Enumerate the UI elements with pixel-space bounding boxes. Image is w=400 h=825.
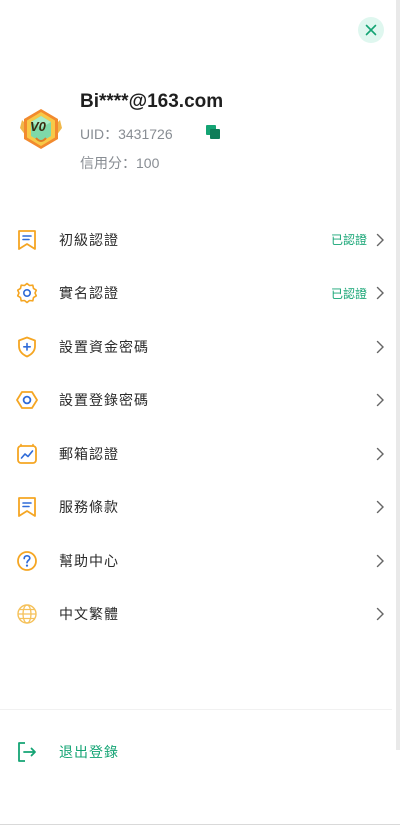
profile-section: V0 Bi****@163.com UID：3431726 信用分：100 [18,88,378,178]
menu-item-label: 設置資金密碼 [59,338,149,355]
chevron-right-icon [376,554,384,567]
menu-item-fund-password[interactable]: 設置資金密碼 [0,320,400,374]
menu-item-primary-verification[interactable]: 初級認證 已認證 [0,213,400,267]
badge-icon [16,282,38,304]
chevron-right-icon [376,501,384,514]
menu-item-label: 實名認證 [59,285,119,302]
logout-button[interactable]: 退出登錄 [0,730,400,774]
menu-item-help-center[interactable]: 幫助中心 [0,534,400,588]
document-icon [16,496,38,518]
mailbox-chart-icon [16,443,38,465]
bookmark-icon [16,229,38,251]
verified-status: 已認證 [330,233,367,248]
menu-item-terms-of-service[interactable]: 服務條款 [0,481,400,535]
globe-icon [16,603,38,625]
menu-item-label: 設置登錄密碼 [59,392,149,409]
uid-label: UID：3431726 [80,126,173,142]
close-button[interactable] [358,17,384,43]
menu-item-email-verification[interactable]: 郵箱認證 [0,427,400,481]
shield-plus-icon [16,336,38,358]
question-icon [16,550,38,572]
level-badge: V0 [18,106,64,152]
menu-item-real-name-verification[interactable]: 實名認證 已認證 [0,267,400,321]
chevron-right-icon [376,394,384,407]
chevron-right-icon [376,608,384,621]
chevron-right-icon [376,447,384,460]
divider [0,709,392,710]
menu-item-label: 初級認證 [59,231,119,248]
menu-item-label: 服務條款 [59,499,119,516]
logout-icon [18,742,36,762]
chevron-right-icon [376,340,384,353]
account-drawer: V0 Bi****@163.com UID：3431726 信用分：100 初級… [0,0,400,825]
verified-status: 已認證 [330,286,367,301]
menu-item-language[interactable]: 中文繁體 [0,588,400,642]
menu-item-login-password[interactable]: 設置登錄密碼 [0,374,400,428]
close-icon [365,24,377,36]
credit-score-label: 信用分：100 [80,155,160,171]
hexagon-icon [16,389,38,411]
copy-icon [206,125,220,139]
menu-item-label: 中文繁體 [59,606,119,623]
level-badge-text: V0 [30,119,46,134]
menu-item-label: 郵箱認證 [59,445,119,462]
scrollbar[interactable] [396,0,400,750]
menu-item-label: 幫助中心 [59,552,119,569]
copy-uid-button[interactable] [205,124,221,140]
user-email: Bi****@163.com [80,91,224,112]
chevron-right-icon [376,287,384,300]
logout-label: 退出登錄 [59,744,119,760]
settings-menu: 初級認證 已認證 實名認證 已認證 設置資金密碼 設置登錄密碼 郵箱認證 服務條… [0,213,400,641]
chevron-right-icon [376,233,384,246]
